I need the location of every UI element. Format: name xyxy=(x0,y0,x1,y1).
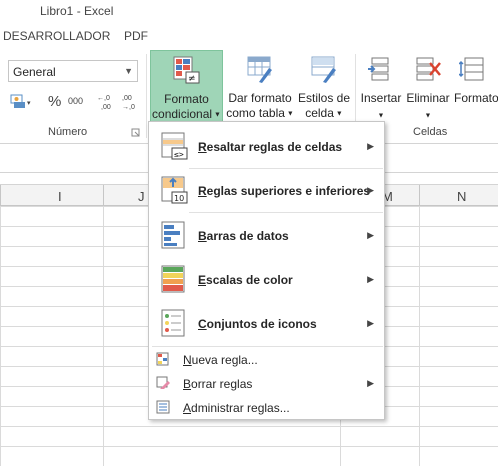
new-rule-icon xyxy=(156,352,169,366)
clear-rules-icon xyxy=(156,376,170,389)
number-format-value: General xyxy=(13,65,56,79)
format-label: Formato xyxy=(454,91,498,105)
menu-item-label: Barras de datos xyxy=(198,229,289,243)
svg-text:≠: ≠ xyxy=(188,74,196,84)
icon-sets-icon xyxy=(161,309,185,337)
title-bar: Libro1 - Excel xyxy=(0,0,498,22)
svg-text:10: 10 xyxy=(174,194,184,203)
number-group-label: Número xyxy=(48,126,88,138)
dialog-launcher-icon[interactable] xyxy=(131,128,140,137)
highlight-cells-rules-icon: ≤> xyxy=(161,132,188,160)
submenu-arrow-icon: ▶ xyxy=(367,230,374,240)
column-header-i[interactable]: I xyxy=(58,189,62,204)
percent-style-button[interactable]: % xyxy=(48,93,61,110)
submenu-arrow-icon: ▶ xyxy=(367,378,374,388)
menu-item-color-scales[interactable]: Escalas de color ▶ xyxy=(150,257,384,301)
svg-text:▾: ▾ xyxy=(27,100,31,107)
ribbon-tabs: DESARROLLADOR PDF xyxy=(0,22,498,48)
svg-text:≤>: ≤> xyxy=(174,150,184,159)
decrease-decimal-icon[interactable]: ,00 →,0 xyxy=(120,92,142,112)
menu-item-label: Administrar reglas... xyxy=(183,401,290,415)
submenu-arrow-icon: ▶ xyxy=(367,318,374,328)
data-bars-icon xyxy=(161,221,185,249)
grid-column-line xyxy=(419,206,420,466)
column-divider xyxy=(103,185,104,207)
format-button[interactable]: Formato xyxy=(452,50,498,122)
cells-group-label: Celdas xyxy=(413,126,448,138)
conditional-format-menu: ≤> Resaltar reglas de celdas ▶ 10 Reglas… xyxy=(148,121,385,420)
column-header-n[interactable]: N xyxy=(457,189,466,204)
format-as-table-button[interactable]: Dar formato como tabla ▼ xyxy=(226,50,294,122)
menu-item-highlight-cells-rules[interactable]: ≤> Resaltar reglas de celdas ▶ xyxy=(150,124,384,168)
submenu-arrow-icon: ▶ xyxy=(367,141,374,151)
svg-text:→,0: →,0 xyxy=(122,104,135,111)
column-divider xyxy=(419,185,420,207)
cell-styles-label-1: Estilos de xyxy=(297,91,351,105)
column-divider xyxy=(0,185,1,207)
tab-desarrollador[interactable]: DESARROLLADOR xyxy=(3,29,110,43)
menu-item-top-bottom-rules[interactable]: 10 Reglas superiores e inferiores ▶ xyxy=(150,168,384,212)
insert-label: Insertar xyxy=(360,91,402,105)
comma-style-button[interactable]: 000 xyxy=(68,96,83,106)
format-as-table-icon xyxy=(247,56,272,83)
menu-item-label: Borrar reglas xyxy=(183,377,253,391)
number-format-dropdown[interactable]: General ▼ xyxy=(8,60,138,82)
delete-label: Eliminar xyxy=(406,91,450,105)
format-as-table-label-2: como tabla xyxy=(226,106,285,120)
conditional-format-label-2: condicional xyxy=(152,107,213,121)
conditional-format-label-1: Formato xyxy=(164,92,209,106)
dropdown-caret-icon: ▼ xyxy=(284,110,294,118)
menu-item-icon-sets[interactable]: Conjuntos de iconos ▶ xyxy=(150,301,384,345)
chevron-down-icon: ▼ xyxy=(124,66,133,76)
dropdown-caret-icon: ▼ xyxy=(424,112,432,120)
insert-cells-icon xyxy=(368,57,389,81)
group-divider xyxy=(146,54,147,138)
dropdown-caret-icon: ▼ xyxy=(212,111,221,119)
menu-item-new-rule[interactable]: Nueva regla... xyxy=(150,347,384,371)
conditional-format-icon: ≠ xyxy=(173,56,199,84)
color-scales-icon xyxy=(161,265,185,293)
format-as-table-label-1: Dar formato xyxy=(228,91,292,105)
window-title: Libro1 - Excel xyxy=(40,4,114,18)
cell-styles-button[interactable]: Estilos de celda ▼ xyxy=(296,50,352,122)
dropdown-caret-icon: ▼ xyxy=(377,112,385,120)
submenu-arrow-icon: ▶ xyxy=(367,274,374,284)
cell-styles-icon xyxy=(311,56,336,83)
menu-item-manage-rules[interactable]: Administrar reglas... xyxy=(150,395,384,419)
svg-text:←,0: ←,0 xyxy=(97,95,110,102)
accounting-format-icon[interactable]: ▾ xyxy=(10,92,32,110)
svg-text:,00: ,00 xyxy=(122,95,132,102)
menu-item-label: Escalas de color xyxy=(198,273,293,287)
svg-text:,00: ,00 xyxy=(101,104,111,111)
menu-item-label: Conjuntos de iconos xyxy=(198,317,317,331)
grid-column-line xyxy=(103,206,104,466)
excel-window: Libro1 - Excel DESARROLLADOR PDF General… xyxy=(0,0,498,466)
tab-pdf[interactable]: PDF xyxy=(124,29,148,43)
conditional-format-button[interactable]: ≠ Formato condicional ▼ xyxy=(150,50,223,122)
insert-button[interactable]: Insertar ▼ xyxy=(358,50,404,122)
delete-button[interactable]: Eliminar ▼ xyxy=(404,50,452,122)
menu-item-data-bars[interactable]: Barras de datos ▶ xyxy=(150,213,384,257)
menu-item-label: Resaltar reglas de celdas xyxy=(198,140,343,154)
dropdown-caret-icon: ▼ xyxy=(333,110,343,118)
menu-item-clear-rules[interactable]: Borrar reglas ▶ xyxy=(150,371,384,395)
column-header-j[interactable]: J xyxy=(138,189,145,204)
menu-item-label: Nueva regla... xyxy=(183,353,258,367)
delete-cells-icon xyxy=(416,57,441,81)
top-bottom-rules-icon: 10 xyxy=(161,176,188,204)
menu-item-label: Reglas superiores e inferiores xyxy=(198,184,371,198)
increase-decimal-icon[interactable]: ←,0 ,00 xyxy=(95,92,117,112)
submenu-arrow-icon: ▶ xyxy=(367,185,374,195)
cell-styles-label-2: celda xyxy=(305,106,334,120)
manage-rules-icon xyxy=(156,400,170,414)
format-cells-icon xyxy=(459,57,484,81)
